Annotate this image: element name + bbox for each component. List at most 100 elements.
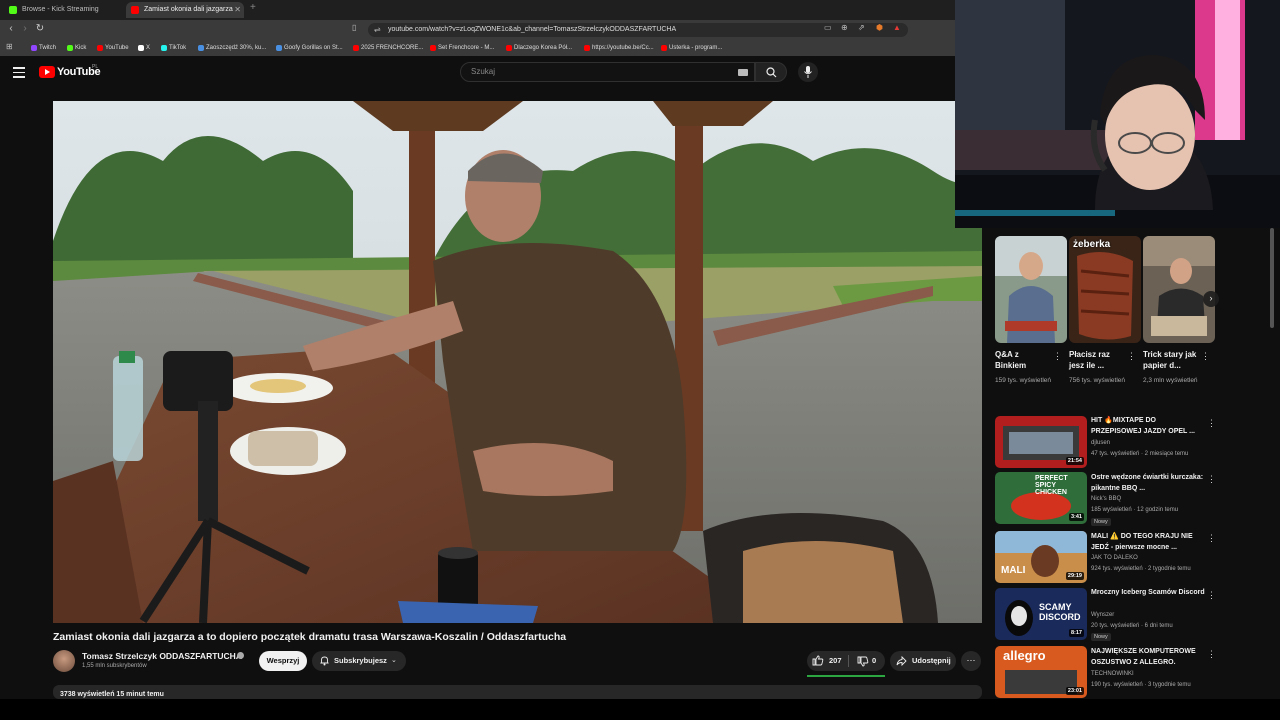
related-channel[interactable]: Wynszer xyxy=(1091,612,1211,618)
tab-label: Zamiast okonia dali jazgarza xyxy=(144,6,233,13)
short-title[interactable]: Q&A z Binkiem xyxy=(995,349,1051,371)
short-thumbnail[interactable] xyxy=(995,236,1067,343)
related-channel[interactable]: JAK TO DALEKO xyxy=(1091,555,1211,561)
more-vert-icon[interactable]: ⋮ xyxy=(1127,351,1136,362)
related-title[interactable]: NAJWIĘKSZE KOMPUTEROWE OSZUSTWO Z ALLEGR… xyxy=(1091,647,1207,668)
related-thumbnail[interactable]: PERFECT SPICY CHICKEN 3:41 xyxy=(995,472,1087,524)
related-thumbnail[interactable]: SCAMY DISCORD 8:17 xyxy=(995,588,1087,640)
reload-icon[interactable]: ↻ xyxy=(33,23,47,34)
more-vert-icon[interactable]: ⋮ xyxy=(1207,649,1216,660)
channel-avatar[interactable] xyxy=(53,650,75,672)
related-title[interactable]: Ostre wędzone ćwiartki kurczaka: pikantn… xyxy=(1091,473,1207,494)
new-tab-icon[interactable]: + xyxy=(250,2,256,13)
youtube-logo-icon[interactable] xyxy=(39,66,55,78)
more-vert-icon[interactable]: ⋮ xyxy=(1201,351,1210,362)
chevron-down-icon: ⌄ xyxy=(391,657,397,664)
back-icon[interactable]: ‹ xyxy=(4,23,18,34)
related-channel[interactable]: djlusen xyxy=(1091,440,1211,446)
webcam-overlay xyxy=(955,0,1280,228)
related-thumbnail[interactable]: MALI 29:19 xyxy=(995,531,1087,583)
video-duration: 23:01 xyxy=(1065,687,1084,695)
bookmark-favicon-icon xyxy=(353,45,359,51)
bell-icon xyxy=(320,656,329,666)
channel-name[interactable]: Tomasz Strzelczyk ODDASZFARTUCHA xyxy=(82,651,242,661)
short-thumbnail[interactable] xyxy=(1143,236,1215,343)
bookmark-item[interactable]: YouTube xyxy=(96,42,129,54)
related-title[interactable]: HIT 🔥MIXTAPE DO PRZEPISOWEJ JAZDY OPEL .… xyxy=(1091,416,1207,437)
related-title[interactable]: MALI ⚠️ DO TEGO KRAJU NIE JEDŹ - pierwsz… xyxy=(1091,532,1207,553)
page-scrollbar[interactable] xyxy=(1270,228,1274,328)
cast-icon[interactable]: ▭ xyxy=(824,23,832,32)
tab-kick[interactable]: Browse - Kick Streaming xyxy=(4,2,122,18)
zoom-icon[interactable]: ⊕ xyxy=(841,23,848,32)
voice-search-button[interactable] xyxy=(798,62,818,82)
microphone-icon xyxy=(804,66,812,78)
join-button[interactable]: Wesprzyj xyxy=(259,651,307,671)
related-meta: 20 tys. wyświetleń · 6 dni temu xyxy=(1091,623,1173,629)
bookmark-item[interactable]: Kick xyxy=(66,42,86,54)
bookmark-item[interactable]: Twitch xyxy=(30,42,56,54)
hamburger-menu-icon[interactable] xyxy=(13,67,25,81)
tab-youtube-video[interactable]: Zamiast okonia dali jazgarza ✕ xyxy=(126,2,244,18)
more-vert-icon[interactable]: ⋮ xyxy=(1207,474,1216,485)
bookmark-item[interactable]: Zaoszczędź 30%, ku... xyxy=(197,42,266,54)
more-vert-icon[interactable]: ⋮ xyxy=(1207,590,1216,601)
related-channel[interactable]: TECHNOWINKI xyxy=(1091,671,1211,677)
forward-icon[interactable]: › xyxy=(18,23,32,34)
bottom-bar xyxy=(0,699,1280,720)
share-page-icon[interactable]: ⇗ xyxy=(858,23,865,32)
share-icon xyxy=(896,656,907,666)
short-title[interactable]: Płacisz raz jesz ile ... xyxy=(1069,349,1125,371)
bookmark-item[interactable]: X xyxy=(137,42,150,54)
bookmark-page-icon[interactable]: ▯ xyxy=(352,23,356,32)
related-meta: 47 tys. wyświetleń · 2 miesiące temu xyxy=(1091,451,1189,457)
bookmark-favicon-icon xyxy=(161,45,167,51)
bookmark-item[interactable]: https://youtube.be/Cc... xyxy=(583,42,654,54)
shorts-next-button[interactable]: › xyxy=(1203,291,1219,307)
bookmark-item[interactable]: Set Frenchcore - M... xyxy=(429,42,494,54)
dislike-icon[interactable] xyxy=(857,656,869,667)
video-title: Zamiast okonia dali jazgarza a to dopier… xyxy=(53,631,567,643)
thumbnail-text: SCAMY DISCORD xyxy=(1039,602,1081,622)
video-duration: 21:54 xyxy=(1065,457,1084,465)
extension-icon[interactable]: ⬢ xyxy=(876,23,883,32)
address-row: ‹ › ↻ ▯ ⇌ youtube.com/watch?v=zLoqZWONE1… xyxy=(0,20,955,40)
bookmark-item[interactable]: Goofy Gorillas on St... xyxy=(275,42,343,54)
short-views: 159 tys. wyświetleń xyxy=(995,377,1051,384)
more-vert-icon[interactable]: ⋮ xyxy=(1207,418,1216,429)
bookmark-favicon-icon xyxy=(506,45,512,51)
short-image xyxy=(1069,236,1141,343)
description-box[interactable] xyxy=(53,685,982,699)
new-badge: Nowy xyxy=(1091,518,1111,526)
more-vert-icon[interactable]: ⋮ xyxy=(1207,533,1216,544)
like-ratio-fill xyxy=(807,675,885,677)
short-image xyxy=(995,236,1067,343)
related-thumbnail[interactable]: 21:54 xyxy=(995,416,1087,468)
more-vert-icon[interactable]: ⋮ xyxy=(1053,351,1062,362)
url-text: youtube.com/watch?v=zLoqZWONE1c&ab_chann… xyxy=(388,26,677,33)
short-title[interactable]: Trick stary jak papier d... xyxy=(1143,349,1199,371)
like-count: 207 xyxy=(829,656,842,665)
more-actions-button[interactable]: ⋯ xyxy=(961,651,981,671)
video-frame xyxy=(53,101,982,623)
search-icon xyxy=(766,67,777,78)
bookmark-item[interactable]: Dlaczego Korea Pół... xyxy=(505,42,572,54)
close-tab-icon[interactable]: ✕ xyxy=(234,2,241,18)
search-input[interactable]: Szukaj xyxy=(460,62,755,82)
site-info-icon[interactable]: ⇌ xyxy=(374,23,381,37)
related-title[interactable]: Mroczny Iceberg Scamów Discord xyxy=(1091,588,1207,599)
related-channel[interactable]: Nick's BBQ xyxy=(1091,496,1211,502)
like-icon[interactable] xyxy=(812,655,824,666)
short-thumbnail[interactable]: żeberka xyxy=(1069,236,1141,343)
alert-icon[interactable]: ▲ xyxy=(893,23,901,32)
bookmark-favicon-icon xyxy=(138,45,144,51)
related-thumbnail[interactable]: allegro 23:01 xyxy=(995,646,1087,698)
bookmark-item[interactable]: 2025 FRENCHCORE... xyxy=(352,42,423,54)
apps-grid-icon[interactable]: ⊞ xyxy=(6,42,13,51)
bookmark-item[interactable]: TikTok xyxy=(160,42,186,54)
bookmark-item[interactable]: Usterka - program... xyxy=(660,42,722,54)
video-player[interactable] xyxy=(53,101,982,623)
search-button[interactable] xyxy=(755,62,787,82)
bookmark-favicon-icon xyxy=(67,45,73,51)
keyboard-icon[interactable] xyxy=(738,69,748,76)
